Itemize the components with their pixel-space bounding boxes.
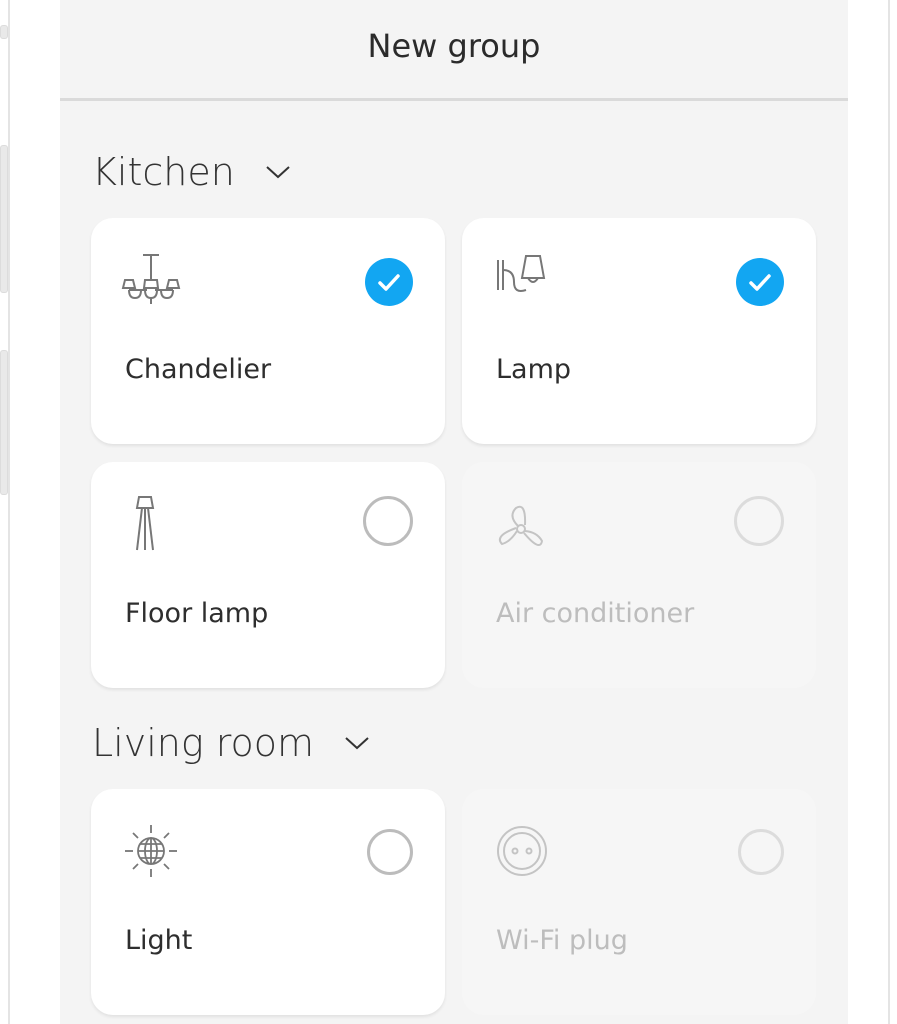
device-label: Wi-Fi plug <box>496 925 628 956</box>
section-title: Living room <box>92 721 315 765</box>
volume-down-button <box>0 350 8 495</box>
page-title: New group <box>367 27 541 65</box>
device-card-wifi-plug: Wi-Fi plug <box>462 789 816 1015</box>
selected-checkmark[interactable] <box>736 258 784 306</box>
device-card-lamp[interactable]: Lamp <box>462 218 816 444</box>
check-icon <box>378 274 400 291</box>
phone-frame: New group Kitchen Chandelier Lamp Floor … <box>0 0 897 1024</box>
frame-edge <box>8 0 10 1024</box>
section-header-kitchen[interactable]: Kitchen <box>92 150 291 194</box>
check-icon <box>749 274 771 291</box>
chevron-down-icon <box>266 166 290 179</box>
floor-lamp-icon <box>135 496 155 551</box>
device-label: Floor lamp <box>125 598 269 629</box>
device-label: Air conditioner <box>496 598 695 629</box>
volume-up-button <box>0 145 8 293</box>
screen: New group Kitchen Chandelier Lamp Floor … <box>60 0 848 1024</box>
fan-icon <box>498 505 544 547</box>
device-card-chandelier[interactable]: Chandelier <box>91 218 445 444</box>
section-title: Kitchen <box>92 150 235 194</box>
device-card-air-conditioner: Air conditioner <box>462 462 816 688</box>
wall-lamp-icon <box>497 255 546 292</box>
unselected-radio[interactable] <box>363 496 413 546</box>
section-header-living-room[interactable]: Living room <box>92 721 370 765</box>
unselected-radio[interactable] <box>367 829 413 875</box>
device-label: Chandelier <box>125 354 272 385</box>
top-bar: New group <box>60 0 848 101</box>
device-card-light[interactable]: Light <box>91 789 445 1015</box>
mute-switch <box>0 25 8 39</box>
device-label: Lamp <box>496 354 572 385</box>
device-card-floor-lamp[interactable]: Floor lamp <box>91 462 445 688</box>
light-bulb-icon <box>125 825 177 877</box>
device-label: Light <box>125 925 193 956</box>
chevron-down-icon <box>345 737 369 750</box>
unselected-radio <box>734 496 784 546</box>
frame-edge <box>888 0 890 1024</box>
selected-checkmark[interactable] <box>365 258 413 306</box>
socket-icon <box>497 826 547 876</box>
unselected-radio <box>738 829 784 875</box>
chandelier-icon <box>121 254 181 304</box>
